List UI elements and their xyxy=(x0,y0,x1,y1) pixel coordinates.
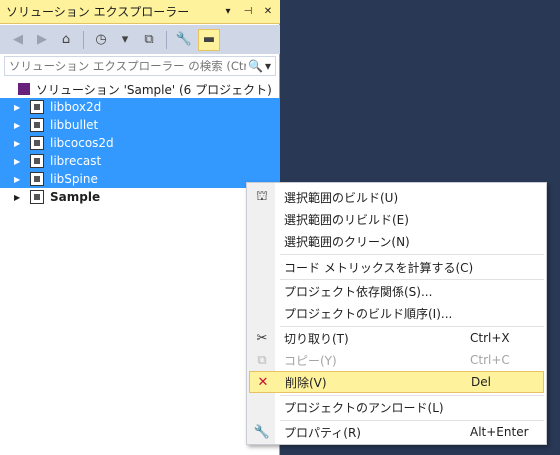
menu-item-label: 選択範囲のビルド(U) xyxy=(284,190,399,205)
properties-wrench-icon[interactable]: 🔧 xyxy=(174,29,194,51)
build-icon: ⛫ xyxy=(256,188,268,204)
close-icon[interactable]: ✕ xyxy=(260,4,276,20)
cpp-project-icon xyxy=(30,100,44,114)
menu-item-label: プロジェクト依存関係(S)... xyxy=(284,284,433,299)
menu-item-label: プロジェクトのビルド順序(I)... xyxy=(284,306,453,321)
expand-arrow-icon[interactable]: ▶ xyxy=(14,121,24,130)
menu-item-label: 切り取り(T) xyxy=(284,331,349,346)
forward-icon[interactable]: ▶ xyxy=(32,29,52,51)
expand-arrow-icon[interactable]: ▶ xyxy=(14,193,24,202)
solution-label: ソリューション 'Sample' (6 プロジェクト) xyxy=(36,82,272,97)
menu-item-build-order[interactable]: プロジェクトのビルド順序(I)... xyxy=(249,302,544,324)
project-label: libbox2d xyxy=(50,100,102,114)
menu-item-label: 削除(V) xyxy=(285,375,327,390)
tree-item-libcocos2d[interactable]: ▶ libcocos2d xyxy=(0,134,280,152)
cpp-project-icon xyxy=(30,118,44,132)
menu-item-shortcut: Ctrl+C xyxy=(470,353,510,367)
menu-item-label: コード メトリックスを計算する(C) xyxy=(284,260,474,275)
scissors-icon: ✂ xyxy=(256,330,268,346)
tree-item-libbullet[interactable]: ▶ libbullet xyxy=(0,116,280,134)
expand-arrow-icon[interactable]: ▶ xyxy=(14,103,24,112)
menu-item-project-dependencies[interactable]: プロジェクト依存関係(S)... xyxy=(249,280,544,302)
menu-item-properties[interactable]: 🔧 プロパティ(R) Alt+Enter xyxy=(249,421,544,443)
menu-item-shortcut: Alt+Enter xyxy=(470,425,529,439)
back-icon[interactable]: ◀ xyxy=(8,29,28,51)
tree-item-libspine[interactable]: ▶ libSpine xyxy=(0,170,280,188)
cpp-project-icon xyxy=(30,136,44,150)
cpp-project-icon xyxy=(30,172,44,186)
cpp-project-icon xyxy=(30,154,44,168)
toolbar-separator xyxy=(166,30,167,49)
preview-selected-items-icon[interactable]: ▬ xyxy=(198,28,220,51)
menu-item-label: 選択範囲のリビルド(E) xyxy=(284,212,409,227)
expand-arrow-icon[interactable]: ▶ xyxy=(14,139,24,148)
project-label: libcocos2d xyxy=(50,136,114,150)
cpp-project-icon xyxy=(30,190,44,204)
solution-explorer-panel: ソリューション エクスプローラー ▾ ⊣ ✕ ◀ ▶ ⌂ ◷ ▾ ⧉ 🔧 ▬ 🔍… xyxy=(0,0,280,455)
menu-item-label: 選択範囲のクリーン(N) xyxy=(284,234,410,249)
panel-toolbar: ◀ ▶ ⌂ ◷ ▾ ⧉ 🔧 ▬ xyxy=(0,25,280,54)
auto-hide-pin-icon[interactable]: ⊣ xyxy=(240,4,256,20)
expand-arrow-icon[interactable]: ▶ xyxy=(14,157,24,166)
project-label: librecast xyxy=(50,154,102,168)
copy-icon: ⧉ xyxy=(257,352,267,368)
menu-item-build-selection[interactable]: ⛫ 選択範囲のビルド(U) xyxy=(249,186,544,208)
solution-icon xyxy=(18,83,30,95)
menu-item-unload-project[interactable]: プロジェクトのアンロード(L) xyxy=(249,396,544,418)
expand-arrow-icon[interactable]: ▶ xyxy=(14,175,24,184)
chevron-down-icon[interactable]: ▾ xyxy=(115,29,135,51)
menu-item-label: プロジェクトのアンロード(L) xyxy=(284,400,444,415)
panel-title-bar: ソリューション エクスプローラー ▾ ⊣ ✕ xyxy=(0,0,280,24)
menu-item-delete[interactable]: ✕ 削除(V) Del xyxy=(249,371,544,393)
menu-item-cut[interactable]: ✂ 切り取り(T) Ctrl+X xyxy=(249,327,544,349)
tree-item-sample[interactable]: ▶ Sample xyxy=(0,188,280,206)
project-label: libSpine xyxy=(50,172,98,186)
delete-x-icon: ✕ xyxy=(257,374,269,390)
menu-item-code-metrics[interactable]: コード メトリックスを計算する(C) xyxy=(249,256,544,278)
panel-title: ソリューション エクスプローラー xyxy=(6,5,190,19)
menu-separator xyxy=(280,254,544,255)
window-position-dropdown-icon[interactable]: ▾ xyxy=(220,4,236,20)
menu-item-label: プロパティ(R) xyxy=(284,425,361,440)
search-options-dropdown-icon[interactable]: ▾ xyxy=(265,59,271,73)
tree-item-libbox2d[interactable]: ▶ libbox2d xyxy=(0,98,280,116)
context-menu: ⛫ 選択範囲のビルド(U) 選択範囲のリビルド(E) 選択範囲のクリーン(N) … xyxy=(246,182,547,445)
wrench-icon: 🔧 xyxy=(253,424,271,440)
search-input[interactable] xyxy=(9,59,247,73)
menu-item-rebuild-selection[interactable]: 選択範囲のリビルド(E) xyxy=(249,208,544,230)
collapse-all-icon[interactable]: ⧉ xyxy=(139,29,159,51)
pending-changes-filter-icon[interactable]: ◷ xyxy=(91,29,111,51)
project-label: libbullet xyxy=(50,118,99,132)
menu-item-clean-selection[interactable]: 選択範囲のクリーン(N) xyxy=(249,230,544,252)
search-box: 🔍 ▾ xyxy=(4,56,276,76)
home-icon[interactable]: ⌂ xyxy=(56,29,76,51)
menu-item-copy[interactable]: ⧉ コピー(Y) Ctrl+C xyxy=(249,349,544,371)
search-icon[interactable]: 🔍 xyxy=(248,59,263,73)
tree-item-librecast[interactable]: ▶ librecast xyxy=(0,152,280,170)
solution-tree: ソリューション 'Sample' (6 プロジェクト) ▶ libbox2d ▶… xyxy=(0,80,280,206)
menu-item-shortcut: Ctrl+X xyxy=(470,331,510,345)
project-label: Sample xyxy=(50,190,101,204)
menu-item-label: コピー(Y) xyxy=(284,353,337,368)
solution-node[interactable]: ソリューション 'Sample' (6 プロジェクト) xyxy=(0,80,280,98)
toolbar-separator xyxy=(83,30,84,49)
menu-item-shortcut: Del xyxy=(471,375,491,389)
